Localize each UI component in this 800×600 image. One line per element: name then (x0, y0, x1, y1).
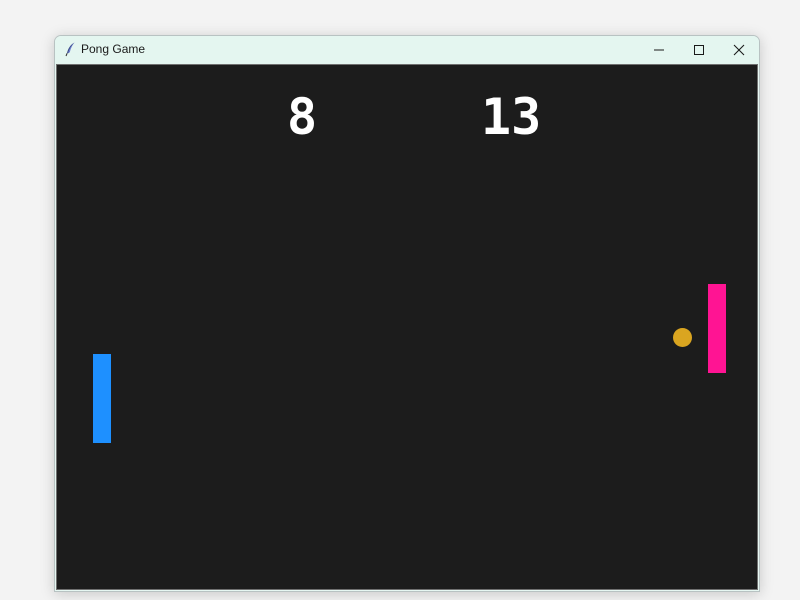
maximize-icon (693, 41, 705, 60)
close-icon (733, 41, 745, 60)
right-score: 13 (481, 88, 542, 146)
minimize-icon (653, 41, 665, 60)
window-title: Pong Game (81, 42, 146, 56)
ball (673, 328, 692, 347)
right-paddle (708, 284, 726, 373)
close-button[interactable] (719, 36, 759, 64)
feather-icon (62, 41, 78, 57)
app-window: Pong Game 8 13 (54, 35, 760, 592)
game-canvas[interactable]: 8 13 (56, 64, 758, 590)
maximize-button[interactable] (679, 36, 719, 64)
left-score: 8 (287, 88, 318, 146)
minimize-button[interactable] (639, 36, 679, 64)
left-paddle (93, 354, 111, 443)
title-bar[interactable]: Pong Game (55, 36, 759, 64)
